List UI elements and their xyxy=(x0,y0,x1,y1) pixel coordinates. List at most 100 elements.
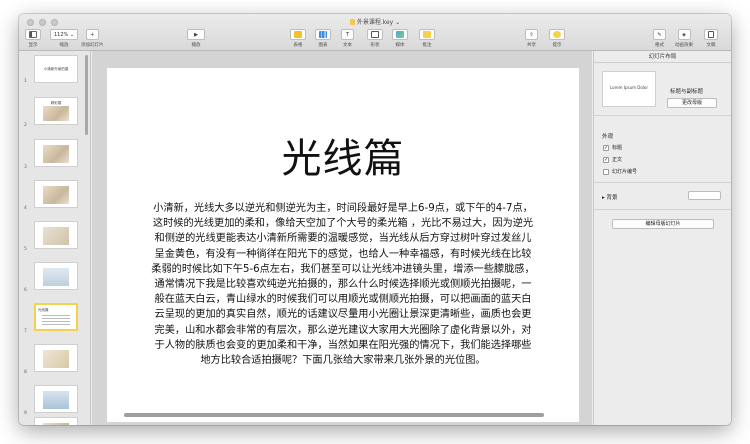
slide-thumbnail-7-selected[interactable]: 光线篇 xyxy=(34,303,78,331)
plus-icon: + xyxy=(90,31,95,38)
add-slide-button[interactable]: + xyxy=(85,29,99,40)
appearance-label: 外观 xyxy=(602,134,614,140)
animate-button[interactable]: ◈ xyxy=(677,29,691,40)
slide-thumbnail-4[interactable] xyxy=(34,180,78,208)
media-button[interactable] xyxy=(392,29,408,40)
slide-title[interactable]: 光线篇 xyxy=(107,126,579,184)
navigator-scrollbar[interactable] xyxy=(85,55,88,135)
share-button[interactable]: ⇪ xyxy=(525,29,538,40)
master-thumbnail[interactable]: Lorem Ipsum Dolor xyxy=(602,71,656,107)
inspector-panel: 幻灯片布局 Lorem Ipsum Dolor 标题与副标题 更改母版 外观 ✓… xyxy=(593,51,731,425)
tips-button[interactable] xyxy=(549,29,565,40)
slide-number: 6 xyxy=(24,288,27,293)
slide-navigator[interactable]: 1 小清新外景拍摄 2 精彩展 3 4 5 6 7 光线篇 8 9 xyxy=(19,51,91,425)
window-title: 外景课程.key ⌄ xyxy=(19,17,731,26)
slide-thumbnail-3[interactable] xyxy=(34,139,78,167)
table-icon xyxy=(294,31,302,38)
toolbar: 外景课程.key ⌄ 显示 112% ⌄ 缩放 + 添加幻灯片 ▶ 播放 表格 … xyxy=(19,14,731,51)
text-tool[interactable]: T 文本 xyxy=(341,29,354,48)
slide-thumbnail-photo xyxy=(43,227,69,245)
master-name: 标题与副标题 xyxy=(670,89,704,95)
media-label: 媒体 xyxy=(395,43,405,48)
shape-icon xyxy=(371,31,379,38)
keynote-window: 外景课程.key ⌄ 显示 112% ⌄ 缩放 + 添加幻灯片 ▶ 播放 表格 … xyxy=(19,14,731,425)
slide-thumbnail-text-lines xyxy=(42,315,70,327)
comment-tool[interactable]: 批注 xyxy=(419,29,435,48)
shape-tool[interactable]: 形状 xyxy=(367,29,383,48)
slide-thumbnail-photo xyxy=(43,145,69,163)
slide-thumbnail-1[interactable]: 小清新外景拍摄 xyxy=(34,55,78,83)
slide-number: 8 xyxy=(24,370,27,375)
slide-thumbnail-photo xyxy=(43,106,69,121)
keynote-document-icon xyxy=(349,19,355,25)
checkbox[interactable]: ✓ xyxy=(603,144,609,151)
text-button[interactable]: T xyxy=(341,29,354,40)
slide-thumbnail-title: 光线篇 xyxy=(38,308,49,312)
slide[interactable]: 光线篇 小清新，光线大多以逆光和侧逆光为主，时间段最好是早上6-9点，或下午的4… xyxy=(107,68,579,422)
table-label: 表格 xyxy=(293,43,303,48)
change-master-button[interactable]: 更改母版 xyxy=(667,98,717,108)
sidebar-view-button[interactable] xyxy=(25,29,41,40)
animate-label: 动画效果 xyxy=(675,43,693,48)
background-color-well[interactable] xyxy=(688,191,721,200)
slide-thumbnail-photo xyxy=(43,423,69,425)
table-tool[interactable]: 表格 xyxy=(290,29,306,48)
format-button[interactable]: ✎ xyxy=(653,29,666,40)
horizontal-scrollbar[interactable] xyxy=(124,413,544,417)
shape-button[interactable] xyxy=(367,29,383,40)
divider xyxy=(594,115,731,116)
slide-number-checkbox[interactable]: 幻灯片编号 xyxy=(603,168,637,175)
comment-icon xyxy=(423,31,431,38)
background-row[interactable]: ▸ 背景 xyxy=(602,193,618,201)
checkbox-label: 标题 xyxy=(612,145,623,151)
body-checkbox[interactable]: ✓ 正文 xyxy=(603,156,622,163)
chart-tool[interactable]: 图表 xyxy=(315,29,331,48)
zoom-label: 缩放 xyxy=(59,43,69,48)
format-tool[interactable]: ✎ 格式 xyxy=(653,29,666,48)
zoom-select[interactable]: 112% ⌄ xyxy=(50,29,79,40)
comment-label: 批注 xyxy=(422,43,432,48)
chart-icon xyxy=(319,31,327,38)
checkbox-label: 幻灯片编号 xyxy=(612,169,638,175)
disclosure-triangle-icon[interactable]: ▸ xyxy=(602,195,605,201)
title-checkbox[interactable]: ✓ 标题 xyxy=(603,144,622,151)
chart-button[interactable] xyxy=(315,29,331,40)
comment-button[interactable] xyxy=(419,29,435,40)
checkbox[interactable]: ✓ xyxy=(603,156,609,163)
slide-thumbnail-2[interactable]: 精彩展 xyxy=(34,97,78,125)
slide-thumbnail-6[interactable] xyxy=(34,262,78,290)
play-icon: ▶ xyxy=(194,31,198,38)
text-label: 文本 xyxy=(343,43,352,48)
checkbox[interactable] xyxy=(603,168,609,175)
document-tool[interactable]: 文稿 xyxy=(704,29,718,48)
slide-body-text[interactable]: 小清新，光线大多以逆光和侧逆光为主，时间段最好是早上6-9点，或下午的4-7点，… xyxy=(151,201,535,368)
share-label: 共享 xyxy=(527,43,536,48)
sidebar-icon xyxy=(29,31,37,38)
window-title-text: 外景课程.key xyxy=(356,19,394,26)
slide-thumbnail-10[interactable] xyxy=(34,417,78,425)
edit-master-button[interactable]: 编辑母版幻灯片 xyxy=(612,219,714,229)
slide-thumbnail-9[interactable] xyxy=(34,385,78,413)
document-button[interactable] xyxy=(704,29,718,40)
media-tool[interactable]: 媒体 xyxy=(392,29,408,48)
slide-thumbnail-5[interactable] xyxy=(34,221,78,249)
slide-thumbnail-photo xyxy=(43,391,69,409)
slide-thumbnail-title: 小清新外景拍摄 xyxy=(43,67,69,71)
slide-thumbnail-8[interactable] xyxy=(34,344,78,372)
view-tool[interactable]: 显示 xyxy=(25,29,41,48)
zoom-tool[interactable]: 112% ⌄ 缩放 xyxy=(50,29,79,48)
play-button[interactable]: ▶ xyxy=(187,29,205,40)
share-tool[interactable]: ⇪ 共享 xyxy=(525,29,538,48)
slide-number: 4 xyxy=(24,206,27,211)
play-tool[interactable]: ▶ 播放 xyxy=(187,29,205,48)
animate-tool[interactable]: ◈ 动画效果 xyxy=(675,29,693,48)
tips-tool[interactable]: 提示 xyxy=(549,29,565,48)
master-thumbnail-text: Lorem Ipsum Dolor xyxy=(609,85,649,90)
table-button[interactable] xyxy=(290,29,306,40)
add-slide-tool[interactable]: + 添加幻灯片 xyxy=(81,29,104,48)
checkbox-label: 正文 xyxy=(612,157,623,163)
text-icon: T xyxy=(345,31,350,38)
slide-thumbnail-photo xyxy=(43,268,69,286)
background-label: 背景 xyxy=(606,195,618,201)
slide-number: 1 xyxy=(24,79,27,84)
